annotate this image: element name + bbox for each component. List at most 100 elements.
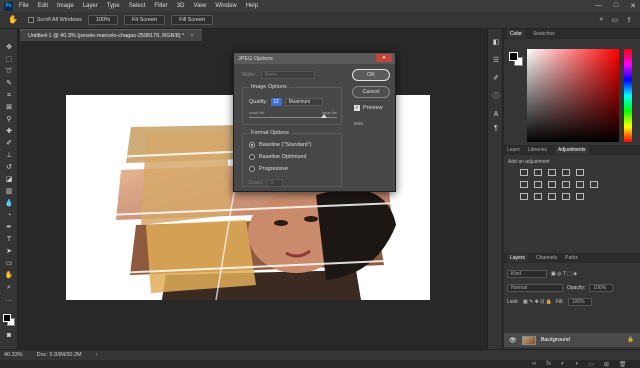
- menu-type[interactable]: Type: [107, 3, 120, 9]
- preview-checkbox[interactable]: ✓ Preview: [354, 105, 383, 111]
- move-tool-icon[interactable]: ✥: [4, 43, 14, 52]
- menu-3d[interactable]: 3D: [177, 3, 185, 9]
- tab-adjustments[interactable]: Adjustments: [554, 146, 589, 154]
- tab-swatches[interactable]: Swatches: [533, 31, 555, 37]
- hue-slider[interactable]: [624, 49, 632, 142]
- opacity-input[interactable]: 100%: [589, 283, 614, 292]
- photo-filter-icon[interactable]: [562, 181, 570, 188]
- scans-select[interactable]: 3: [267, 179, 284, 187]
- dodge-tool-icon[interactable]: ◔: [4, 211, 14, 220]
- curves-icon[interactable]: [548, 169, 556, 176]
- quality-preset-select[interactable]: Maximum: [284, 98, 323, 106]
- tab-learn[interactable]: Learn: [507, 147, 520, 153]
- layer-filter-select[interactable]: Kind: [507, 269, 547, 278]
- format-option-progressive[interactable]: Progressive: [249, 166, 288, 172]
- frame-tool-icon[interactable]: ⊠: [4, 103, 14, 112]
- checkbox-box[interactable]: [28, 17, 34, 23]
- zoom-tool-icon[interactable]: ⌕: [4, 283, 14, 292]
- lock-icons[interactable]: ▦ ✎ ✥ ⊡ 🔒: [523, 299, 552, 305]
- color-lookup-icon[interactable]: [590, 181, 598, 188]
- maximize-button[interactable]: □: [614, 2, 618, 10]
- vibrance-icon[interactable]: [576, 169, 584, 176]
- menu-window[interactable]: Window: [215, 3, 236, 9]
- quality-input[interactable]: 12: [270, 98, 282, 106]
- invert-icon[interactable]: [520, 193, 528, 200]
- crop-tool-icon[interactable]: ⌗: [4, 91, 14, 100]
- close-window-button[interactable]: ✕: [630, 2, 636, 10]
- search-icon[interactable]: ⌕: [600, 16, 604, 24]
- fill-input[interactable]: 100%: [567, 297, 592, 306]
- scroll-all-windows-checkbox[interactable]: Scroll All Windows: [28, 17, 82, 23]
- color-balance-icon[interactable]: [534, 181, 542, 188]
- menu-file[interactable]: File: [19, 3, 29, 9]
- tab-libraries[interactable]: Libraries: [528, 147, 547, 153]
- quick-mask-icon[interactable]: ◙: [4, 331, 14, 340]
- history-brush-tool-icon[interactable]: ↺: [4, 163, 14, 172]
- foreground-color[interactable]: [509, 52, 518, 61]
- adjustment-layer-icon[interactable]: ◑: [575, 361, 579, 368]
- channel-mixer-icon[interactable]: [576, 181, 584, 188]
- zoom-level[interactable]: 40.33%: [4, 352, 23, 358]
- group-icon[interactable]: ▭: [588, 361, 594, 368]
- ok-button[interactable]: OK: [352, 69, 390, 81]
- paragraph-icon[interactable]: ¶: [492, 125, 500, 133]
- clone-stamp-tool-icon[interactable]: ⊥: [4, 151, 14, 160]
- radio-selected[interactable]: [249, 142, 255, 148]
- color-swatches[interactable]: [509, 52, 523, 66]
- blur-tool-icon[interactable]: 💧: [4, 199, 14, 208]
- hue-saturation-icon[interactable]: [520, 181, 528, 188]
- path-selection-tool-icon[interactable]: ➤: [4, 247, 14, 256]
- history-icon[interactable]: ◧: [492, 39, 500, 47]
- threshold-icon[interactable]: [548, 193, 556, 200]
- close-tab-icon[interactable]: ×: [190, 33, 193, 39]
- filter-icons[interactable]: ▣ ◎ T ⬚ ◈: [551, 271, 577, 277]
- radio-unselected[interactable]: [249, 154, 255, 160]
- quality-slider-thumb[interactable]: [321, 114, 327, 118]
- selective-color-icon[interactable]: [576, 193, 584, 200]
- marquee-tool-icon[interactable]: ⬚: [4, 55, 14, 64]
- exposure-icon[interactable]: [562, 169, 570, 176]
- character-icon[interactable]: A: [492, 111, 500, 119]
- fill-screen-button[interactable]: Fill Screen: [171, 15, 214, 25]
- posterize-icon[interactable]: [534, 193, 542, 200]
- properties-icon[interactable]: ☰: [492, 57, 500, 65]
- more-tools-icon[interactable]: …: [4, 295, 14, 304]
- menu-select[interactable]: Select: [129, 3, 146, 9]
- brush-tool-icon[interactable]: ✐: [4, 139, 14, 148]
- workspace-icon[interactable]: ▭: [612, 16, 619, 24]
- minimize-button[interactable]: —: [595, 2, 602, 10]
- tab-color[interactable]: Color: [507, 30, 525, 38]
- status-arrow-icon[interactable]: ›: [96, 352, 98, 358]
- zoom-100-button[interactable]: 100%: [87, 15, 119, 25]
- eraser-tool-icon[interactable]: ◪: [4, 175, 14, 184]
- link-layers-icon[interactable]: ∞: [532, 361, 536, 368]
- healing-tool-icon[interactable]: ✚: [4, 127, 14, 136]
- type-tool-icon[interactable]: T: [4, 235, 14, 244]
- menu-help[interactable]: Help: [246, 3, 258, 9]
- quick-select-tool-icon[interactable]: ✎: [4, 79, 14, 88]
- fit-screen-button[interactable]: Fit Screen: [124, 15, 166, 25]
- color-picker-field[interactable]: [527, 49, 619, 142]
- radio-unselected[interactable]: [249, 166, 255, 172]
- blend-mode-select[interactable]: Normal: [507, 283, 563, 292]
- menu-filter[interactable]: Filter: [154, 3, 167, 9]
- document-tab[interactable]: Untitled-1 @ 40.3% (pexels-marcelo-chaga…: [20, 29, 202, 41]
- preview-check-icon[interactable]: ✓: [354, 105, 360, 111]
- brightness-icon[interactable]: [520, 169, 528, 176]
- rectangle-tool-icon[interactable]: ▭: [4, 259, 14, 268]
- delete-layer-icon[interactable]: 🗑: [619, 361, 627, 368]
- fx-icon[interactable]: fx: [546, 361, 551, 368]
- eyedropper-tool-icon[interactable]: ⚲: [4, 115, 14, 124]
- tab-channels[interactable]: Channels: [536, 255, 557, 261]
- tab-layers[interactable]: Layers: [507, 254, 529, 262]
- levels-icon[interactable]: [534, 169, 542, 176]
- mask-icon[interactable]: ◐: [561, 361, 565, 368]
- hand-tool-icon[interactable]: ✋: [4, 271, 14, 280]
- visibility-eye-icon[interactable]: 👁: [509, 337, 517, 344]
- new-layer-icon[interactable]: ⊞: [604, 361, 609, 368]
- menu-image[interactable]: Image: [57, 3, 74, 9]
- quality-slider[interactable]: [249, 114, 337, 118]
- layer-row-background[interactable]: 👁 Background 🔒: [504, 333, 640, 347]
- foreground-color[interactable]: [3, 314, 11, 322]
- format-option-baseline-standard[interactable]: Baseline ("Standard"): [249, 142, 312, 148]
